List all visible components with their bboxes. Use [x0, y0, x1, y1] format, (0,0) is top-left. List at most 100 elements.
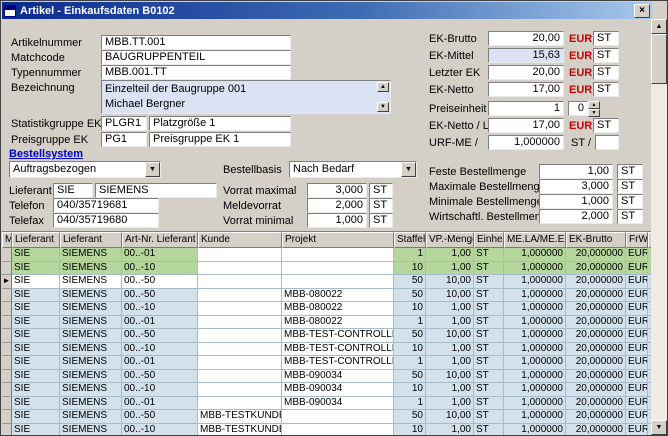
bestellsystem-mode-combo-arrow-icon[interactable]: ▼	[145, 162, 160, 177]
bezeichnung-scroll-up-icon[interactable]: ▲	[377, 82, 389, 92]
maximale-bestellmenge-field[interactable]: 3,000	[539, 179, 613, 194]
table-cell[interactable]: 10	[394, 383, 426, 397]
preisgruppe-code-field[interactable]: PG1	[101, 132, 147, 147]
row-marker-cell[interactable]	[2, 410, 12, 424]
table-cell[interactable]	[198, 302, 282, 316]
table-cell[interactable]: 1,000000	[504, 289, 566, 303]
table-cell[interactable]: MBB-090034	[282, 397, 394, 411]
vertical-scrollbar[interactable]: ▲ ▼	[651, 19, 667, 435]
row-marker-cell[interactable]	[2, 343, 12, 357]
table-cell[interactable]: 1,000000	[504, 302, 566, 316]
table-cell[interactable]: MBB-TEST-CONTROLLING	[282, 329, 394, 343]
table-cell[interactable]: 10,00	[426, 275, 474, 289]
table-cell[interactable]: 1,000000	[504, 410, 566, 424]
scrollbar-thumb[interactable]	[651, 34, 667, 84]
telefon-field[interactable]: 040/35719681	[53, 198, 159, 213]
table-cell[interactable]: EUR	[626, 370, 648, 384]
table-cell[interactable]: EUR	[626, 329, 648, 343]
table-cell[interactable]: 10	[394, 262, 426, 276]
vorrat-minimal-field[interactable]: 1,000	[307, 213, 367, 228]
table-cell[interactable]: 1	[394, 316, 426, 330]
table-cell[interactable]: 1,000000	[504, 397, 566, 411]
table-cell[interactable]: ST	[474, 397, 504, 411]
table-cell[interactable]	[198, 356, 282, 370]
table-row[interactable]: SIESIEMENS00..-50MBB-TEST-CONTROLLING501…	[2, 329, 653, 343]
table-cell[interactable]	[282, 410, 394, 424]
table-cell[interactable]: 1,000000	[504, 262, 566, 276]
table-cell[interactable]: SIE	[12, 289, 60, 303]
table-row[interactable]: SIESIEMENS00..-10MBB-TEST-CONTROLLING101…	[2, 343, 653, 357]
typennummer-field[interactable]: MBB.001.TT	[101, 65, 291, 80]
table-cell[interactable]: 10,00	[426, 370, 474, 384]
table-cell[interactable]: 00..-10	[122, 302, 198, 316]
table-cell[interactable]: 50	[394, 370, 426, 384]
table-cell[interactable]: 00..-50	[122, 275, 198, 289]
table-row[interactable]: SIESIEMENS00..-10MBB-TESTKUNDE101,00ST1,…	[2, 424, 653, 436]
table-cell[interactable]: 00..-50	[122, 410, 198, 424]
table-cell[interactable]: 1,000000	[504, 248, 566, 262]
matchcode-field[interactable]: BAUGRUPPENTEIL	[101, 50, 291, 65]
table-cell[interactable]: 20,000000	[566, 370, 626, 384]
table-cell[interactable]: SIEMENS	[60, 329, 122, 343]
table-cell[interactable]: 1,000000	[504, 329, 566, 343]
table-cell[interactable]: 1,000000	[504, 316, 566, 330]
table-cell[interactable]: 20,000000	[566, 397, 626, 411]
minimale-bestellmenge-field[interactable]: 1,000	[539, 194, 613, 209]
table-cell[interactable]	[198, 397, 282, 411]
column-header[interactable]: Art-Nr. Lieferant	[122, 232, 198, 248]
table-cell[interactable]: SIEMENS	[60, 248, 122, 262]
table-cell[interactable]: SIE	[12, 383, 60, 397]
table-cell[interactable]: SIE	[12, 275, 60, 289]
table-cell[interactable]: SIE	[12, 370, 60, 384]
table-cell[interactable]: 00..-01	[122, 397, 198, 411]
table-cell[interactable]: 1,00	[426, 356, 474, 370]
column-header[interactable]: Kunde	[198, 232, 282, 248]
table-cell[interactable]: SIEMENS	[60, 410, 122, 424]
table-row[interactable]: SIESIEMENS00..-01MBB-09003411,00ST1,0000…	[2, 397, 653, 411]
meldevorrat-field[interactable]: 2,000	[307, 198, 367, 213]
artikelnummer-field[interactable]: MBB.TT.001	[101, 35, 291, 50]
table-cell[interactable]	[282, 275, 394, 289]
table-cell[interactable]: ST	[474, 410, 504, 424]
preiseinheit-spinner-field[interactable]: 0	[568, 101, 588, 116]
table-cell[interactable]: 00..-50	[122, 289, 198, 303]
table-cell[interactable]: MBB-TEST-CONTROLLING	[282, 356, 394, 370]
row-marker-cell[interactable]	[2, 370, 12, 384]
table-row[interactable]: SIESIEMENS00..-10MBB-080022101,00ST1,000…	[2, 302, 653, 316]
table-cell[interactable]: SIE	[12, 397, 60, 411]
table-cell[interactable]: 20,000000	[566, 383, 626, 397]
table-cell[interactable]: ST	[474, 356, 504, 370]
table-cell[interactable]: SIE	[12, 248, 60, 262]
row-marker-cell[interactable]	[2, 248, 12, 262]
table-cell[interactable]: 1,00	[426, 383, 474, 397]
table-cell[interactable]: 10	[394, 302, 426, 316]
table-cell[interactable]: 00..-10	[122, 262, 198, 276]
table-cell[interactable]: ST	[474, 275, 504, 289]
table-cell[interactable]: 1,000000	[504, 370, 566, 384]
table-cell[interactable]: EUR	[626, 248, 648, 262]
table-cell[interactable]	[282, 262, 394, 276]
table-cell[interactable]: 1,00	[426, 397, 474, 411]
table-cell[interactable]: 1	[394, 356, 426, 370]
table-cell[interactable]: 1,00	[426, 343, 474, 357]
table-cell[interactable]: 00..-01	[122, 356, 198, 370]
ek-netto-field[interactable]: 17,00	[488, 82, 564, 97]
table-row[interactable]: SIESIEMENS00..-50MBB-0900345010,00ST1,00…	[2, 370, 653, 384]
table-cell[interactable]: SIE	[12, 262, 60, 276]
ek-netto-le-field[interactable]: 17,00	[488, 118, 564, 133]
table-cell[interactable]: 20,000000	[566, 343, 626, 357]
table-cell[interactable]: 00..-10	[122, 383, 198, 397]
table-row[interactable]: SIESIEMENS00..-01MBB-TEST-CONTROLLING11,…	[2, 356, 653, 370]
table-cell[interactable]: 10	[394, 424, 426, 436]
table-cell[interactable]: MBB-090034	[282, 383, 394, 397]
table-cell[interactable]: 00..-01	[122, 316, 198, 330]
column-header[interactable]: Einheit	[474, 232, 504, 248]
row-marker-cell[interactable]	[2, 424, 12, 436]
table-cell[interactable]: ST	[474, 424, 504, 436]
table-cell[interactable]: MBB-080022	[282, 289, 394, 303]
table-cell[interactable]: SIEMENS	[60, 302, 122, 316]
row-marker-cell[interactable]	[2, 397, 12, 411]
table-cell[interactable]: MBB-TEST-CONTROLLING	[282, 343, 394, 357]
table-cell[interactable]: EUR	[626, 410, 648, 424]
table-cell[interactable]: 50	[394, 275, 426, 289]
